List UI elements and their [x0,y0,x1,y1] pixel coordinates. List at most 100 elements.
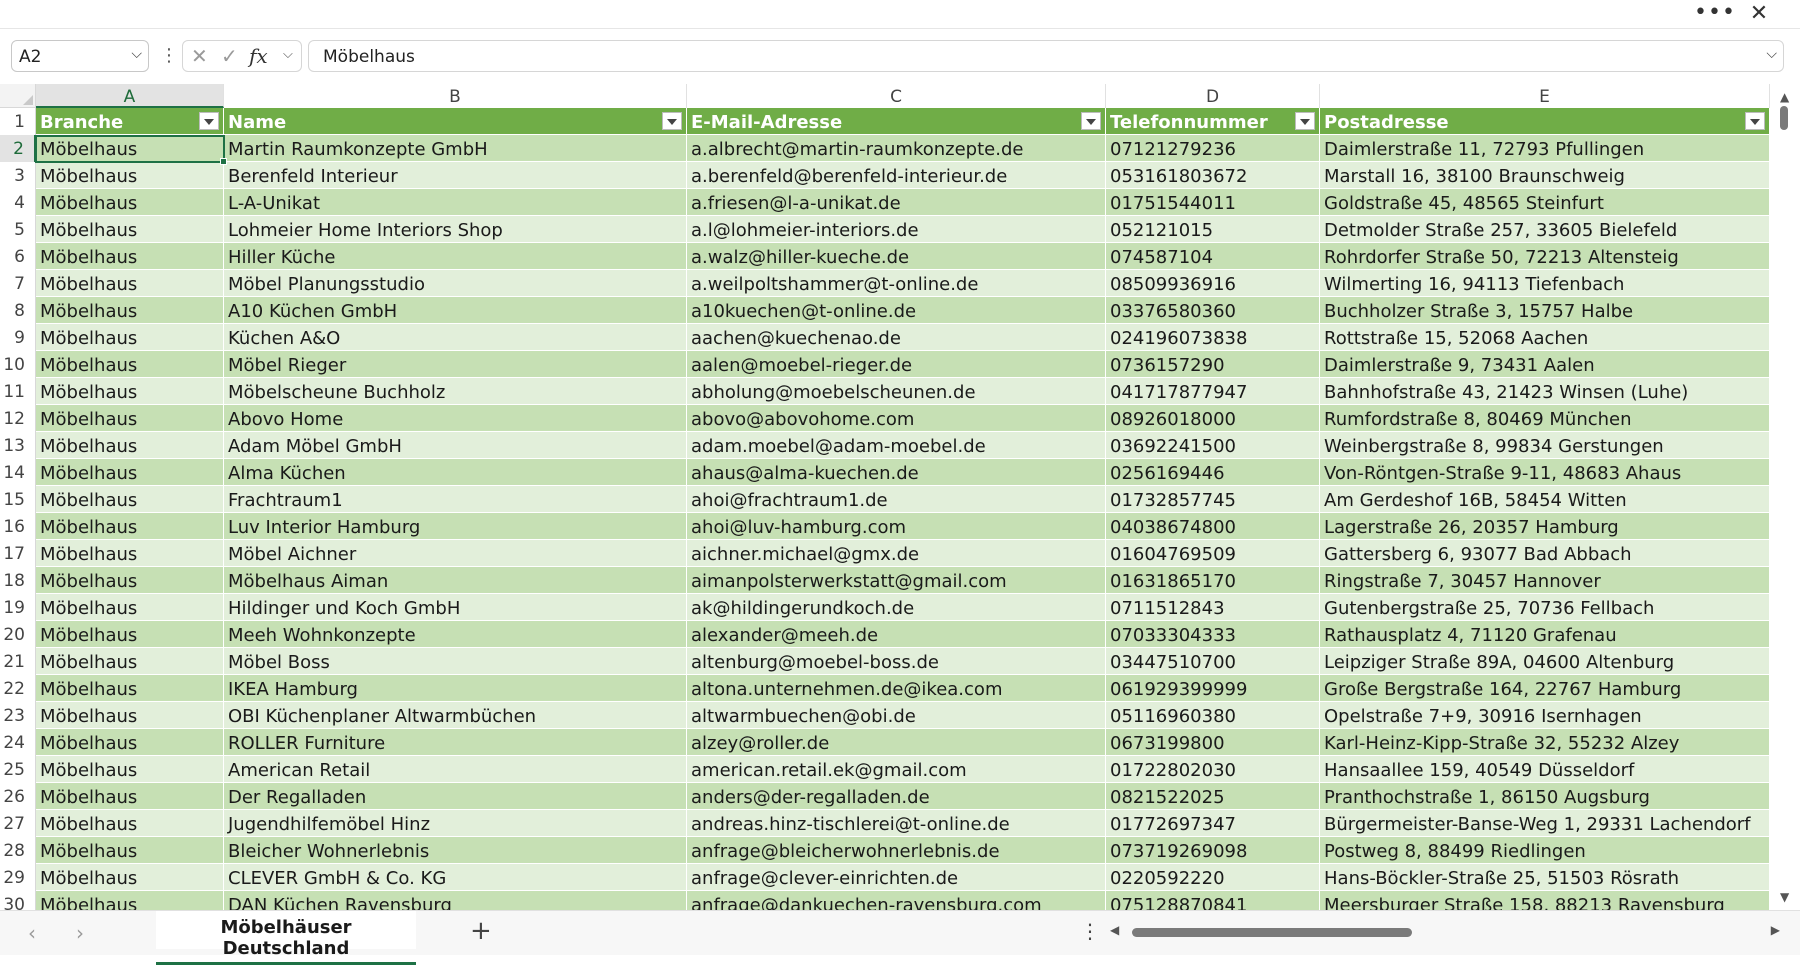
cell[interactable]: Luv Interior Hamburg [224,513,687,540]
cell[interactable]: Möbelhaus [36,486,224,513]
cell[interactable]: Bleicher Wohnerlebnis [224,837,687,864]
cell[interactable]: Frachtraum1 [224,486,687,513]
cell[interactable]: Detmolder Straße 257, 33605 Bielefeld [1320,216,1770,243]
row-header-14[interactable]: 14 [0,459,36,486]
filter-dropdown-icon[interactable] [662,112,682,130]
cell[interactable]: Gattersberg 6, 93077 Bad Abbach [1320,540,1770,567]
vertical-scroll-thumb[interactable] [1780,106,1788,130]
cell[interactable]: a10kuechen@t-online.de [687,297,1106,324]
cell[interactable]: anders@der-regalladen.de [687,783,1106,810]
column-header-b[interactable]: B [224,84,687,108]
cell[interactable]: ahoi@luv-hamburg.com [687,513,1106,540]
row-header-10[interactable]: 10 [0,351,36,378]
row-header-19[interactable]: 19 [0,594,36,621]
cell[interactable]: Martin Raumkonzepte GmbH [224,135,687,162]
row-header-8[interactable]: 8 [0,297,36,324]
row-header-25[interactable]: 25 [0,756,36,783]
cell[interactable]: Wilmerting 16, 94113 Tiefenbach [1320,270,1770,297]
cell[interactable]: Möbelhaus [36,837,224,864]
row-header-30[interactable]: 30 [0,891,36,910]
row-header-16[interactable]: 16 [0,513,36,540]
cell[interactable]: aichner.michael@gmx.de [687,540,1106,567]
scroll-up-icon[interactable]: ▲ [1780,90,1789,104]
cell[interactable]: Möbelhaus [36,540,224,567]
cell[interactable]: Ringstraße 7, 30457 Hannover [1320,567,1770,594]
header-cell[interactable]: E-Mail-Adresse [687,108,1106,135]
cell[interactable]: a.albrecht@martin-raumkonzepte.de [687,135,1106,162]
cell[interactable]: Möbelhaus [36,783,224,810]
cell[interactable]: altenburg@moebel-boss.de [687,648,1106,675]
cell[interactable]: Große Bergstraße 164, 22767 Hamburg [1320,675,1770,702]
cell[interactable]: 01631865170 [1106,567,1320,594]
cell[interactable]: Möbelhaus [36,810,224,837]
cell[interactable]: a.walz@hiller-kueche.de [687,243,1106,270]
chevron-down-icon[interactable]: ⌵ [283,47,293,62]
cell[interactable]: Rathausplatz 4, 71120 Grafenau [1320,621,1770,648]
sheet-tab-active[interactable]: Möbelhäuser Deutschland [156,911,416,965]
cell[interactable]: 074587104 [1106,243,1320,270]
cell[interactable]: Möbelhaus [36,135,224,162]
cell[interactable]: american.retail.ek@gmail.com [687,756,1106,783]
horizontal-scroll-thumb[interactable] [1132,928,1412,937]
cell[interactable]: Möbelhaus [36,405,224,432]
cell[interactable]: 01604769509 [1106,540,1320,567]
cell[interactable]: CLEVER GmbH & Co. KG [224,864,687,891]
row-header-26[interactable]: 26 [0,783,36,810]
cell[interactable]: Möbelhaus [36,864,224,891]
cell[interactable]: 01722802030 [1106,756,1320,783]
cell[interactable]: Rohrdorfer Straße 50, 72213 Altensteig [1320,243,1770,270]
previous-sheet-icon[interactable]: ‹ [28,921,36,945]
formula-input[interactable]: Möbelhaus ⌵ [308,40,1784,72]
cell[interactable]: Möbelhaus [36,567,224,594]
cell[interactable]: Abovo Home [224,405,687,432]
cell[interactable]: Möbelhaus [36,351,224,378]
cell[interactable]: Möbel Rieger [224,351,687,378]
filter-dropdown-icon[interactable] [1081,112,1101,130]
cell[interactable]: anfrage@bleicherwohnerlebnis.de [687,837,1106,864]
cell[interactable]: Möbelhaus [36,270,224,297]
cell[interactable]: ahoi@frachtraum1.de [687,486,1106,513]
cell[interactable]: Buchholzer Straße 3, 15757 Halbe [1320,297,1770,324]
cell[interactable]: Möbelhaus [36,162,224,189]
cell[interactable]: Rottstraße 15, 52068 Aachen [1320,324,1770,351]
cell[interactable]: Lagerstraße 26, 20357 Hamburg [1320,513,1770,540]
row-header-4[interactable]: 4 [0,189,36,216]
cell[interactable]: IKEA Hamburg [224,675,687,702]
filter-dropdown-icon[interactable] [199,112,219,130]
row-header-9[interactable]: 9 [0,324,36,351]
next-sheet-icon[interactable]: › [76,921,84,945]
row-header-1[interactable]: 1 [0,108,36,135]
cell[interactable]: Weinbergstraße 8, 99834 Gerstungen [1320,432,1770,459]
cell[interactable]: Lohmeier Home Interiors Shop [224,216,687,243]
cell[interactable]: Bahnhofstraße 43, 21423 Winsen (Luhe) [1320,378,1770,405]
cell[interactable]: Daimlerstraße 9, 73431 Aalen [1320,351,1770,378]
cell[interactable]: L-A-Unikat [224,189,687,216]
header-cell[interactable]: Telefonnummer [1106,108,1320,135]
row-header-2[interactable]: 2 [0,135,36,162]
header-cell[interactable]: Postadresse [1320,108,1770,135]
cell[interactable]: Hildinger und Koch GmbH [224,594,687,621]
cell[interactable]: Berenfeld Interieur [224,162,687,189]
cell[interactable]: Möbelhaus [36,675,224,702]
scroll-down-icon[interactable]: ▼ [1780,890,1789,904]
column-header-a[interactable]: A [36,84,224,108]
cancel-icon[interactable]: ✕ [191,44,208,68]
row-header-15[interactable]: 15 [0,486,36,513]
select-all-button[interactable] [0,84,36,108]
cell[interactable]: Meeh Wohnkonzepte [224,621,687,648]
row-header-23[interactable]: 23 [0,702,36,729]
scroll-right-icon[interactable]: ▶ [1771,923,1780,937]
vertical-scrollbar[interactable]: ▲ ▼ [1772,84,1800,910]
cell[interactable]: 0711512843 [1106,594,1320,621]
cell[interactable]: 05116960380 [1106,702,1320,729]
cell[interactable]: Möbelhaus [36,621,224,648]
cell[interactable]: Meersburger Straße 158, 88213 Ravensburg [1320,891,1770,910]
cell[interactable]: altwarmbuechen@obi.de [687,702,1106,729]
row-header-13[interactable]: 13 [0,432,36,459]
cell[interactable]: 03692241500 [1106,432,1320,459]
cell[interactable]: Pranthochstraße 1, 86150 Augsburg [1320,783,1770,810]
cell[interactable]: Hans-Böckler-Straße 25, 51503 Rösrath [1320,864,1770,891]
add-sheet-button[interactable]: + [470,916,492,946]
cell[interactable]: Möbel Planungsstudio [224,270,687,297]
cell[interactable]: Möbelhaus [36,216,224,243]
